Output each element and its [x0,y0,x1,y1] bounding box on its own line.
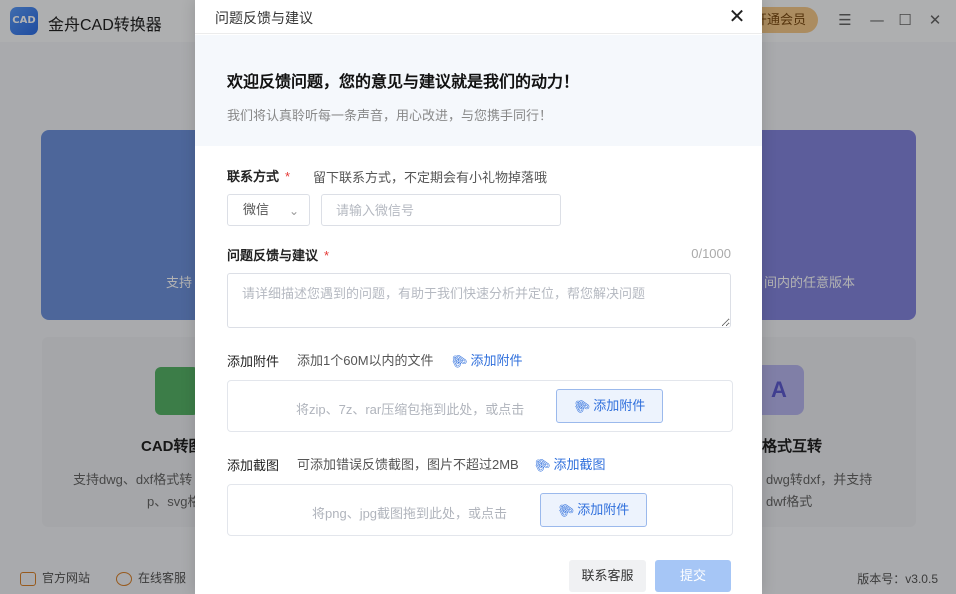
required-mark: * [285,169,291,184]
dropzone-text: 将zip、7z、rar压缩包拖到此处，或点击 [296,402,525,417]
hero-title: 欢迎反馈问题，您的意见与建议就是我们的动力！ [227,74,580,91]
dialog-hero: 欢迎反馈问题，您的意见与建议就是我们的动力！ 我们将认真聆听每一条声音，用心改进… [195,35,762,146]
chevron-down-icon: ⌄ [288,204,299,218]
contact-type-select[interactable]: 微信 ⌄ [227,194,310,226]
contact-hint: 留下联系方式，不定期会有小礼物掉落哦 [313,170,548,185]
dropzone-text: 将png、jpg截图拖到此处，或点击 [312,506,508,521]
add-screenshot-link[interactable]: 🖇添加截图 [531,454,605,477]
required-mark: * [324,248,330,263]
dialog-header: 问题反馈与建议 ✕ [195,0,762,34]
paperclip-icon: 🖇 [448,350,471,373]
screenshot-hint: 可添加错误反馈截图，图片不超过2MB [297,457,519,472]
hero-subtitle: 我们将认真聆听每一条声音，用心改进，与您携手同行！ [227,108,553,123]
contact-service-button[interactable]: 联系客服 [569,560,646,592]
dialog-title: 问题反馈与建议 [215,10,313,26]
add-attachment-link[interactable]: 🖇添加附件 [448,350,522,373]
add-screenshot-button[interactable]: 🖇添加附件 [540,493,647,527]
contact-label: 联系方式 * [227,169,291,184]
feedback-textarea[interactable] [227,273,731,328]
paperclip-icon: 🖇 [554,499,577,522]
feedback-dialog: 问题反馈与建议 ✕ 欢迎反馈问题，您的意见与建议就是我们的动力！ 我们将认真聆听… [195,0,762,594]
close-icon[interactable]: ✕ [724,3,750,29]
add-attachment-button[interactable]: 🖇添加附件 [556,389,663,423]
screenshot-dropzone[interactable]: 将png、jpg截图拖到此处，或点击 🖇添加附件 [227,484,733,536]
wechat-input[interactable] [321,194,561,226]
attachment-label: 添加附件 [227,354,280,369]
paperclip-icon: 🖇 [570,395,593,418]
submit-button[interactable]: 提交 [655,560,731,592]
attachment-hint: 添加1个60M以内的文件 [297,353,434,368]
attachment-dropzone[interactable]: 将zip、7z、rar压缩包拖到此处，或点击 🖇添加附件 [227,380,733,432]
char-counter: 0/1000 [691,246,731,261]
screenshot-label: 添加截图 [227,458,280,473]
feedback-label: 问题反馈与建议 * [227,248,330,263]
paperclip-icon: 🖇 [531,454,554,477]
